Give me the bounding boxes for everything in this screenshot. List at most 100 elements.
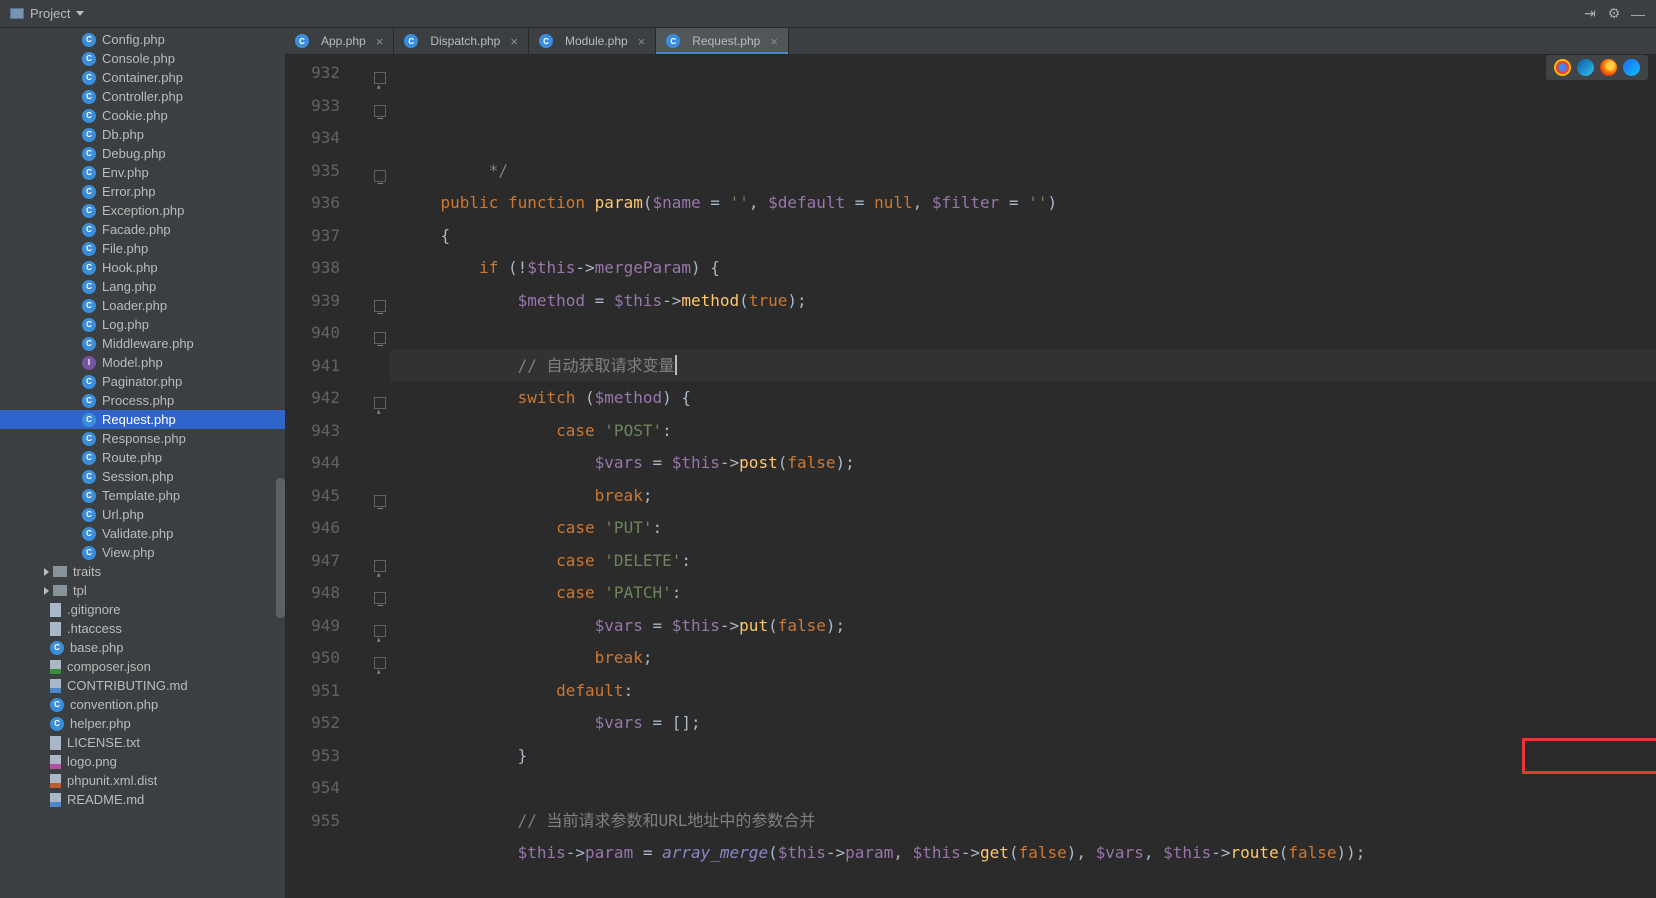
fold-toggle[interactable] <box>374 657 386 669</box>
code-line-953[interactable]: $this->param = array_merge($this->param,… <box>390 837 1656 870</box>
close-icon[interactable]: × <box>376 34 384 49</box>
code-line-937[interactable] <box>390 317 1656 350</box>
fold-toggle[interactable] <box>374 72 386 84</box>
file-logo-png[interactable]: logo.png <box>0 752 285 771</box>
file-paginatorphp[interactable]: CPaginator.php <box>0 372 285 391</box>
file-filephp[interactable]: CFile.php <box>0 239 285 258</box>
project-sidebar[interactable]: CConfig.phpCConsole.phpCContainer.phpCCo… <box>0 28 285 898</box>
code-line-945[interactable]: case 'PATCH': <box>390 577 1656 610</box>
file-cookiephp[interactable]: CCookie.php <box>0 106 285 125</box>
code-content[interactable]: */ public function param($name = '', $de… <box>390 55 1656 898</box>
close-icon[interactable]: × <box>638 34 646 49</box>
tab-app[interactable]: CApp.php× <box>285 28 394 54</box>
collapse-icon[interactable]: ⇥ <box>1582 6 1598 22</box>
code-line-944[interactable]: case 'DELETE': <box>390 545 1656 578</box>
fold-toggle[interactable] <box>374 560 386 572</box>
code-line-933[interactable]: public function param($name = '', $defau… <box>390 187 1656 220</box>
php-class-icon: C <box>404 34 418 48</box>
line-gutter: 9329339349359369379389399409419429439449… <box>285 55 370 898</box>
file-LICENSE-txt[interactable]: LICENSE.txt <box>0 733 285 752</box>
fold-toggle[interactable] <box>374 105 386 117</box>
file-modelphp[interactable]: IModel.php <box>0 353 285 372</box>
tab-request[interactable]: CRequest.php× <box>656 28 789 54</box>
sidebar-scrollbar[interactable] <box>276 478 285 618</box>
file-responsephp[interactable]: CResponse.php <box>0 429 285 448</box>
code-line-936[interactable]: $method = $this->method(true); <box>390 285 1656 318</box>
close-icon[interactable]: × <box>510 34 518 49</box>
file-urlphp[interactable]: CUrl.php <box>0 505 285 524</box>
file-errorphp[interactable]: CError.php <box>0 182 285 201</box>
file-envphp[interactable]: CEnv.php <box>0 163 285 182</box>
file-sessionphp[interactable]: CSession.php <box>0 467 285 486</box>
file-README-md[interactable]: README.md <box>0 790 285 809</box>
code-line-932[interactable]: */ <box>390 155 1656 188</box>
file-controllerphp[interactable]: CController.php <box>0 87 285 106</box>
php-class-icon: C <box>82 90 96 104</box>
code-line-954[interactable] <box>390 870 1656 898</box>
file-middlewarephp[interactable]: CMiddleware.php <box>0 334 285 353</box>
chrome-icon[interactable] <box>1554 59 1571 76</box>
minimize-icon[interactable]: — <box>1630 6 1646 22</box>
tab-module[interactable]: CModule.php× <box>529 28 656 54</box>
fold-toggle[interactable] <box>374 495 386 507</box>
code-editor[interactable]: 9329339349359369379389399409419429439449… <box>285 55 1656 898</box>
code-line-942[interactable]: break; <box>390 480 1656 513</box>
code-line-951[interactable] <box>390 772 1656 805</box>
file-viewphp[interactable]: CView.php <box>0 543 285 562</box>
file-langphp[interactable]: CLang.php <box>0 277 285 296</box>
file-processphp[interactable]: CProcess.php <box>0 391 285 410</box>
file-templatephp[interactable]: CTemplate.php <box>0 486 285 505</box>
file-routephp[interactable]: CRoute.php <box>0 448 285 467</box>
fold-toggle[interactable] <box>374 397 386 409</box>
opera-icon[interactable] <box>1623 59 1640 76</box>
code-line-934[interactable]: { <box>390 220 1656 253</box>
code-line-948[interactable]: default: <box>390 675 1656 708</box>
file-configphp[interactable]: CConfig.php <box>0 30 285 49</box>
close-icon[interactable]: × <box>770 34 778 49</box>
code-line-940[interactable]: case 'POST': <box>390 415 1656 448</box>
file-base-php[interactable]: Cbase.php <box>0 638 285 657</box>
code-line-947[interactable]: break; <box>390 642 1656 675</box>
file-facadephp[interactable]: CFacade.php <box>0 220 285 239</box>
fold-toggle[interactable] <box>374 332 386 344</box>
code-line-938[interactable]: // 自动获取请求变量 <box>390 350 1656 383</box>
fold-toggle[interactable] <box>374 592 386 604</box>
file-consolephp[interactable]: CConsole.php <box>0 49 285 68</box>
code-line-950[interactable]: } <box>390 740 1656 773</box>
tab-dispatch[interactable]: CDispatch.php× <box>394 28 529 54</box>
file-requestphp[interactable]: CRequest.php <box>0 410 285 429</box>
file-logphp[interactable]: CLog.php <box>0 315 285 334</box>
code-line-939[interactable]: switch ($method) { <box>390 382 1656 415</box>
file-convention-php[interactable]: Cconvention.php <box>0 695 285 714</box>
file--htaccess[interactable]: .htaccess <box>0 619 285 638</box>
file-validatephp[interactable]: CValidate.php <box>0 524 285 543</box>
code-line-943[interactable]: case 'PUT': <box>390 512 1656 545</box>
code-line-952[interactable]: // 当前请求参数和URL地址中的参数合并 <box>390 805 1656 838</box>
file-phpunit-xml-dist[interactable]: phpunit.xml.dist <box>0 771 285 790</box>
fold-toggle[interactable] <box>374 170 386 182</box>
code-line-941[interactable]: $vars = $this->post(false); <box>390 447 1656 480</box>
fold-toggle[interactable] <box>374 625 386 637</box>
file-exceptionphp[interactable]: CException.php <box>0 201 285 220</box>
edge-icon[interactable] <box>1577 59 1594 76</box>
folder-traits[interactable]: traits <box>0 562 285 581</box>
file-CONTRIBUTING-md[interactable]: CONTRIBUTING.md <box>0 676 285 695</box>
file-hookphp[interactable]: CHook.php <box>0 258 285 277</box>
chevron-down-icon <box>76 11 84 16</box>
file-loaderphp[interactable]: CLoader.php <box>0 296 285 315</box>
fold-toggle[interactable] <box>374 300 386 312</box>
file--gitignore[interactable]: .gitignore <box>0 600 285 619</box>
file-debugphp[interactable]: CDebug.php <box>0 144 285 163</box>
code-line-946[interactable]: $vars = $this->put(false); <box>390 610 1656 643</box>
code-line-935[interactable]: if (!$this->mergeParam) { <box>390 252 1656 285</box>
file-composer-json[interactable]: composer.json <box>0 657 285 676</box>
fold-column[interactable] <box>370 55 390 898</box>
folder-tpl[interactable]: tpl <box>0 581 285 600</box>
file-containerphp[interactable]: CContainer.php <box>0 68 285 87</box>
file-dbphp[interactable]: CDb.php <box>0 125 285 144</box>
code-line-949[interactable]: $vars = []; <box>390 707 1656 740</box>
gear-icon[interactable]: ⚙ <box>1606 6 1622 22</box>
file-helper-php[interactable]: Chelper.php <box>0 714 285 733</box>
project-dropdown[interactable]: Project <box>0 0 94 27</box>
firefox-icon[interactable] <box>1600 59 1617 76</box>
